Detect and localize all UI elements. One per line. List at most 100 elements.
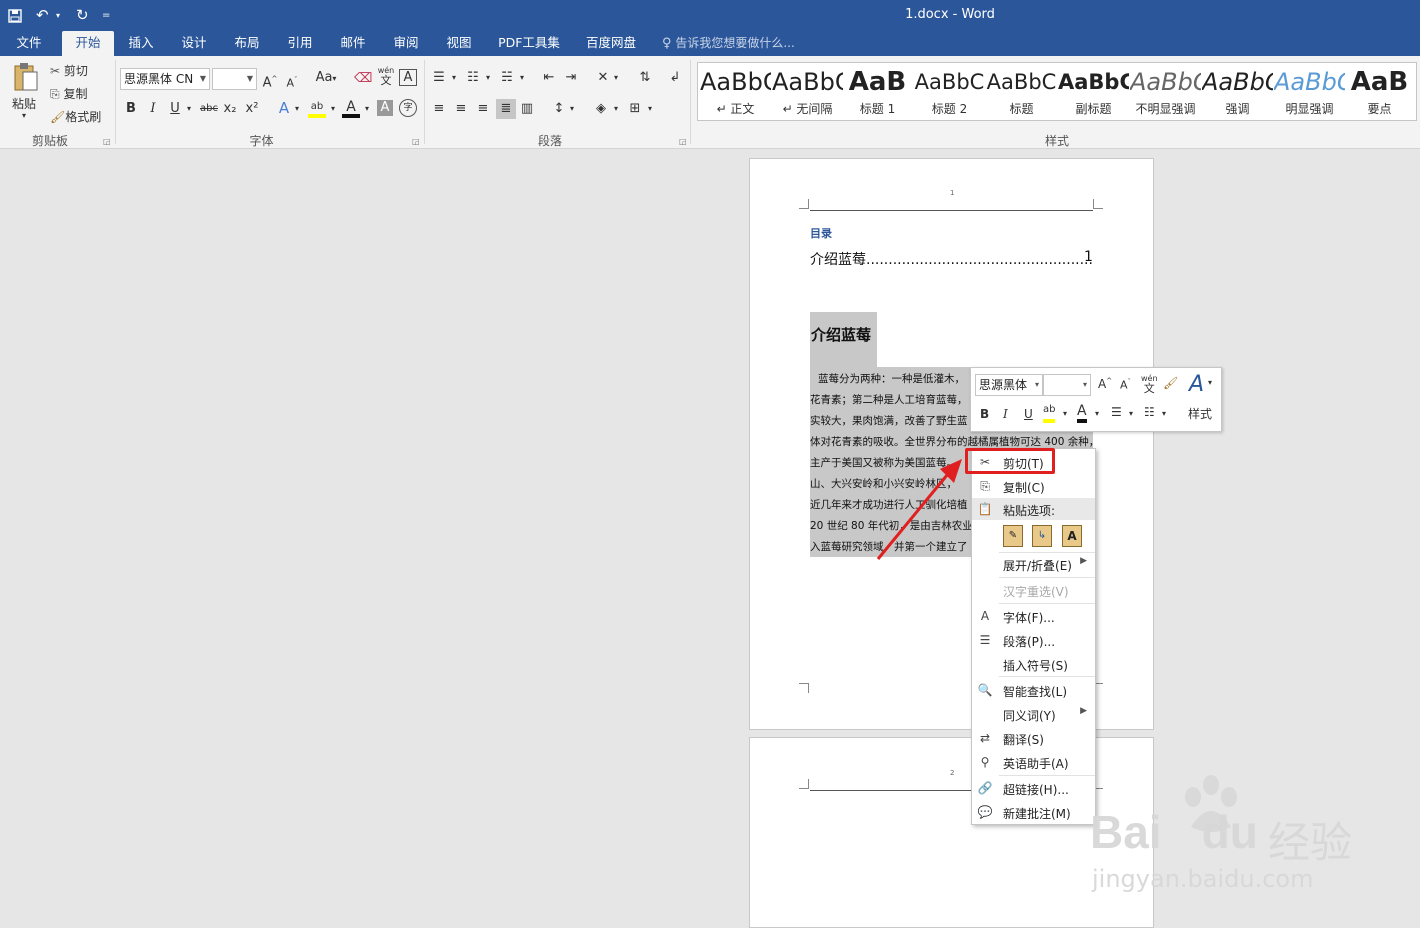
chevron-down-icon[interactable]: ▾: [518, 69, 526, 87]
chevron-down-icon[interactable]: ▾: [1162, 409, 1166, 418]
menu-item-font[interactable]: A 字体(F)...: [972, 605, 1095, 627]
heading-1[interactable]: 介绍蓝莓: [811, 324, 871, 345]
underline-button[interactable]: U: [168, 100, 182, 118]
style-title[interactable]: AaBbC 标题: [986, 63, 1057, 120]
menu-item-translate[interactable]: ⇄ 翻译(S): [972, 727, 1095, 749]
tab-pdf-tools[interactable]: PDF工具集: [492, 31, 566, 56]
toc-entry[interactable]: 介绍蓝莓....................................…: [810, 249, 1093, 269]
grow-font-icon[interactable]: A^: [262, 70, 278, 92]
chevron-down-icon[interactable]: ▾: [568, 100, 576, 118]
justify-icon[interactable]: ≣: [496, 99, 516, 119]
phonetic-guide-icon[interactable]: wén 文: [376, 66, 396, 87]
style-heading-2[interactable]: AaBbC 标题 2: [914, 63, 985, 120]
style-no-spacing[interactable]: AaBbCcDd↵ 无间隔: [772, 63, 843, 120]
dialog-launcher-icon[interactable]: ◲: [679, 137, 687, 146]
italic-button[interactable]: I: [146, 100, 160, 118]
line-spacing-icon[interactable]: ↕: [550, 100, 568, 118]
menu-item-smart-lookup[interactable]: 🔍 智能查找(L): [972, 679, 1095, 701]
style-subtitle[interactable]: AaBbC 副标题: [1058, 63, 1129, 120]
style-strong[interactable]: AaB 要点: [1344, 63, 1415, 120]
align-center-icon[interactable]: ≡: [452, 100, 470, 118]
show-marks-icon[interactable]: ↲: [668, 69, 682, 87]
superscript-button[interactable]: x²: [244, 100, 260, 118]
mini-bullets-icon[interactable]: ☰: [1111, 405, 1122, 419]
mini-size-combo[interactable]: ▾: [1043, 374, 1091, 396]
chevron-down-icon[interactable]: ▾: [362, 100, 372, 118]
text-effects-icon[interactable]: A: [276, 99, 292, 117]
paragraph-line[interactable]: 体对花青素的吸收。全世界分布的越橘属植物可达 400 余种，: [810, 434, 1093, 449]
style-heading-1[interactable]: AaB 标题 1: [842, 63, 913, 120]
style-intense-emphasis[interactable]: AaBbCcDd明显强调: [1274, 63, 1345, 120]
mini-highlight-icon[interactable]: ab: [1043, 404, 1056, 423]
copy-button[interactable]: ⎘ 复制: [50, 85, 87, 102]
cut-button[interactable]: ✂ 剪切: [50, 62, 88, 79]
tab-mailings[interactable]: 邮件: [330, 31, 376, 56]
menu-item-insert-symbol[interactable]: 插入符号(S): [972, 653, 1095, 675]
style-subtle-emphasis[interactable]: AaBbCcDd不明显强调: [1130, 63, 1201, 120]
mini-numbering-icon[interactable]: ☷: [1144, 405, 1155, 419]
chevron-down-icon[interactable]: ▾: [1063, 409, 1067, 418]
tab-design[interactable]: 设计: [171, 31, 217, 56]
increase-indent-icon[interactable]: ⇥: [562, 69, 580, 87]
mini-bold-button[interactable]: B: [980, 407, 989, 421]
highlight-icon[interactable]: ab: [308, 98, 326, 118]
tab-file[interactable]: 文件: [6, 31, 52, 56]
chevron-down-icon[interactable]: ▾: [1129, 409, 1133, 418]
format-painter-button[interactable]: 🖌格式刷: [50, 108, 101, 125]
styles-icon[interactable]: A: [1189, 372, 1204, 397]
chevron-down-icon[interactable]: ▾: [1095, 409, 1099, 418]
distributed-icon[interactable]: ▥: [518, 100, 536, 118]
font-color-icon[interactable]: A: [342, 98, 360, 118]
menu-item-synonyms[interactable]: 同义词(Y) ▶: [972, 703, 1095, 725]
bold-button[interactable]: B: [124, 100, 138, 118]
tab-references[interactable]: 引用: [277, 31, 323, 56]
paste-keep-source-icon[interactable]: ✎: [1003, 525, 1023, 547]
chevron-down-icon[interactable]: ▾: [292, 100, 302, 118]
align-right-icon[interactable]: ≡: [474, 100, 492, 118]
tab-home[interactable]: 开始: [62, 31, 114, 56]
change-case-button[interactable]: Aa▾: [312, 69, 340, 88]
tell-me-box[interactable]: ♀ 告诉我您想要做什么...: [662, 31, 795, 56]
strikethrough-button[interactable]: abc: [199, 100, 219, 118]
chevron-down-icon[interactable]: ▾: [328, 100, 338, 118]
menu-item-paragraph[interactable]: ☰ 段落(P)...: [972, 629, 1095, 651]
tab-insert[interactable]: 插入: [118, 31, 164, 56]
chevron-down-icon[interactable]: ▾: [646, 100, 654, 118]
mini-font-combo[interactable]: 思源黑体 ▾: [975, 374, 1043, 396]
chevron-down-icon[interactable]: ▾: [612, 100, 620, 118]
enclose-character-icon[interactable]: 字: [399, 99, 417, 117]
menu-item-hyperlink[interactable]: 🔗 超链接(H)...: [972, 777, 1095, 799]
bullets-icon[interactable]: ☰: [430, 69, 448, 87]
chinese-layout-icon[interactable]: ✕: [594, 69, 612, 87]
borders-icon[interactable]: ⊞: [626, 100, 644, 118]
tab-layout[interactable]: 布局: [224, 31, 270, 56]
mini-italic-button[interactable]: I: [1003, 407, 1008, 421]
tab-view[interactable]: 视图: [436, 31, 482, 56]
tab-review[interactable]: 审阅: [383, 31, 429, 56]
menu-item-copy[interactable]: ⎘ 复制(C): [972, 475, 1095, 497]
character-shading-icon[interactable]: A: [377, 100, 393, 116]
menu-item-new-comment[interactable]: 💬 新建批注(M): [972, 801, 1095, 823]
mini-font-color-icon[interactable]: A: [1077, 403, 1087, 423]
shading-icon[interactable]: ◈: [592, 100, 610, 118]
menu-item-expand-collapse[interactable]: 展开/折叠(E) ▶: [972, 553, 1095, 575]
multilevel-list-icon[interactable]: ☵: [498, 69, 516, 87]
subscript-button[interactable]: x₂: [222, 100, 238, 118]
format-painter-icon[interactable]: 🖌: [1163, 376, 1178, 390]
paste-text-only-icon[interactable]: A: [1062, 525, 1082, 547]
font-name-combo[interactable]: 思源黑体 CN ▼: [120, 68, 210, 90]
sort-icon[interactable]: ⇅: [636, 69, 654, 87]
tab-baidu-netdisk[interactable]: 百度网盘: [578, 31, 644, 56]
shrink-font-icon[interactable]: Aˇ: [284, 71, 300, 93]
phonetic-guide-icon[interactable]: wén 文: [1141, 374, 1158, 395]
chevron-down-icon[interactable]: ▾: [484, 69, 492, 87]
align-left-icon[interactable]: ≡: [430, 100, 448, 118]
chevron-down-icon[interactable]: ▾: [184, 100, 194, 118]
paste-button[interactable]: 粘贴 ▾: [11, 62, 41, 122]
style-normal[interactable]: AaBbCcDd↵ 正文: [700, 63, 771, 120]
dialog-launcher-icon[interactable]: ◲: [412, 137, 420, 146]
chevron-down-icon[interactable]: ▾: [450, 69, 458, 87]
font-size-combo[interactable]: ▼: [212, 68, 257, 90]
decrease-indent-icon[interactable]: ⇤: [540, 69, 558, 87]
grow-font-icon[interactable]: A^: [1098, 377, 1112, 391]
